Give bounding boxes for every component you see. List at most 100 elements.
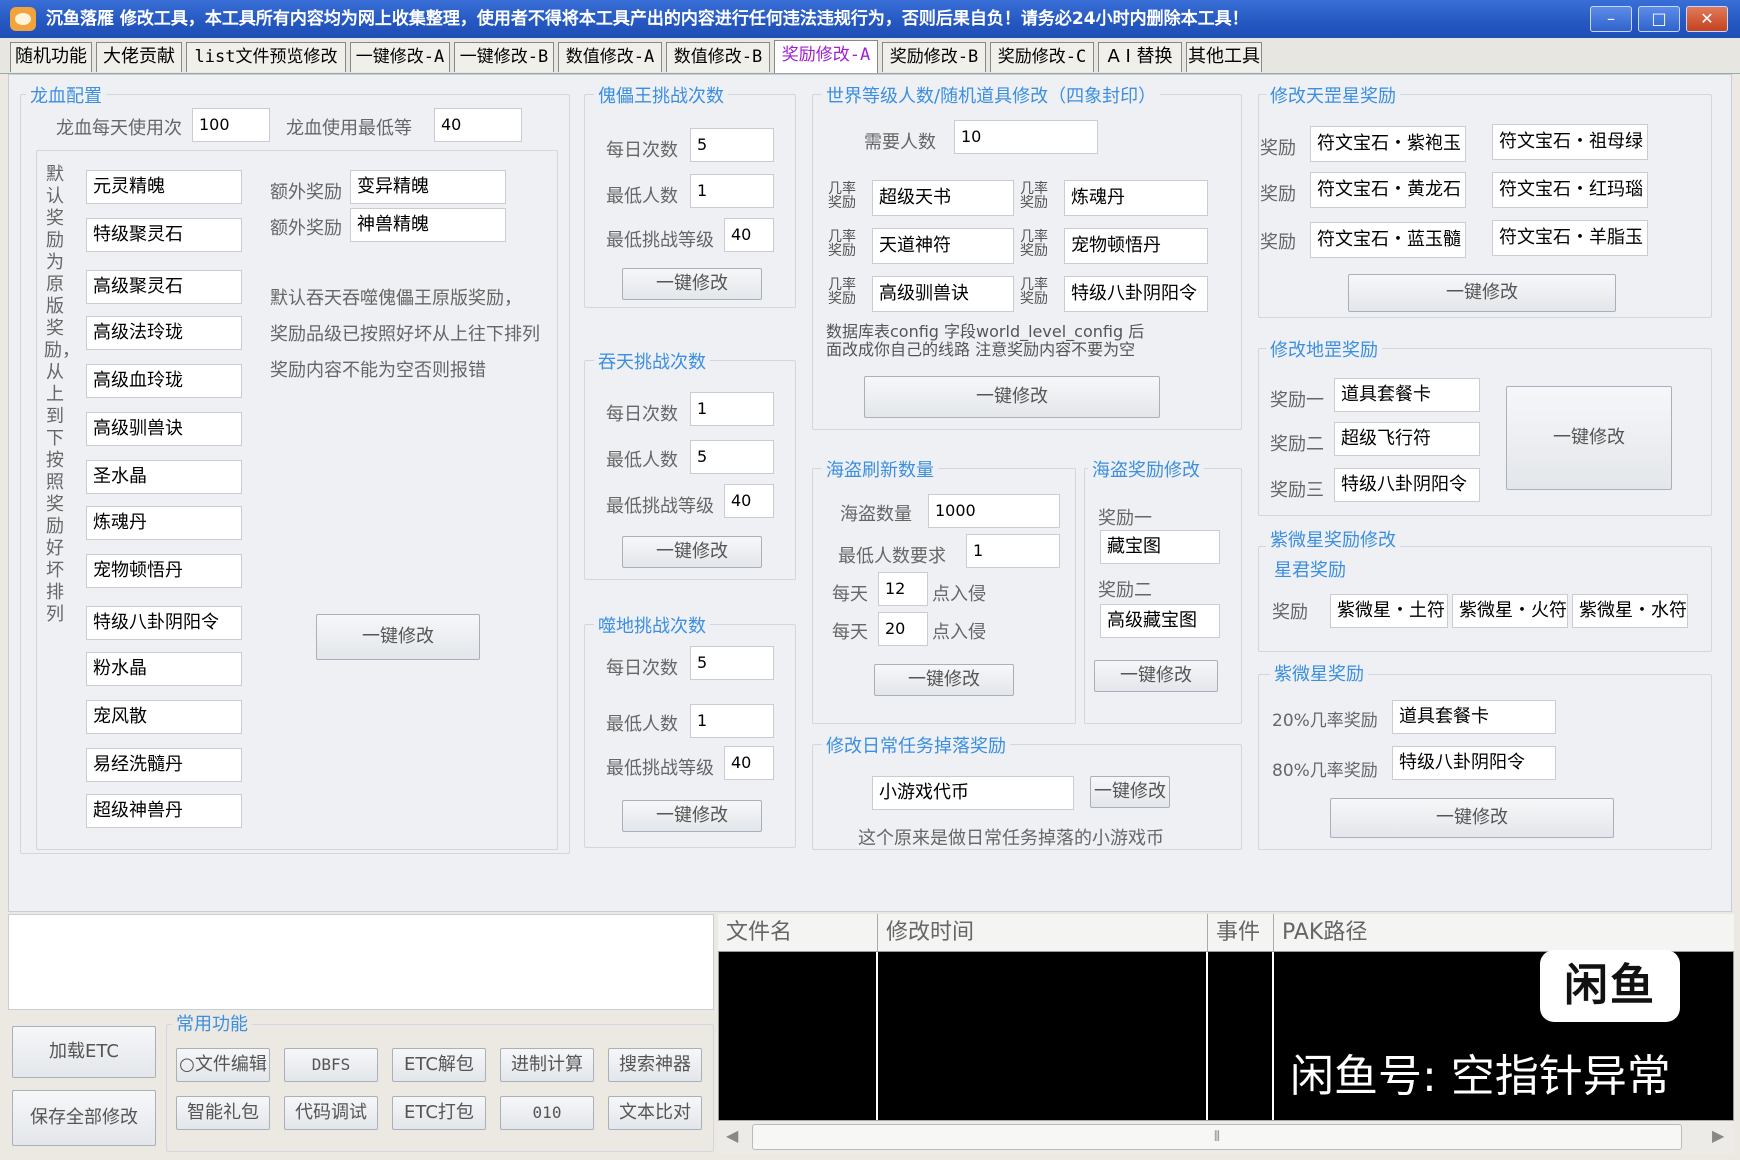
base-calc-button[interactable]: 进制计算 bbox=[500, 1048, 594, 1082]
dragon-item-2[interactable]: 特级聚灵石 bbox=[86, 218, 242, 252]
dragon-item-1[interactable]: 元灵精魄 bbox=[86, 170, 242, 204]
dragon-item-10[interactable]: 特级八卦阴阳令 bbox=[86, 606, 242, 640]
tuntian-min-level-input[interactable]: 40 bbox=[724, 484, 774, 518]
load-etc-button[interactable]: 加载ETC bbox=[12, 1026, 156, 1078]
dragon-item-8[interactable]: 炼魂丹 bbox=[86, 506, 242, 540]
col-event[interactable]: 事件 bbox=[1208, 914, 1274, 952]
puppet-daily-input[interactable]: 5 bbox=[690, 128, 774, 162]
ziwei-item-3[interactable]: 紫微星・水符 bbox=[1572, 594, 1688, 628]
maximize-button[interactable]: □ bbox=[1638, 6, 1680, 32]
tab-value-b[interactable]: 数值修改-B bbox=[666, 42, 770, 72]
world-apply-button[interactable]: 一键修改 bbox=[864, 376, 1160, 418]
extra2-input[interactable]: 神兽精魄 bbox=[350, 208, 506, 242]
dragon-min-input[interactable]: 40 bbox=[434, 108, 522, 142]
ziwei-p80-input[interactable]: 特级八卦阴阳令 bbox=[1392, 746, 1556, 780]
pirate-r2-input[interactable]: 高级藏宝图 bbox=[1100, 604, 1220, 638]
hex-010-button[interactable]: 010 bbox=[500, 1096, 594, 1130]
tiangang-item-2[interactable]: 符文宝石・祖母绿 bbox=[1492, 124, 1648, 160]
pirate-time1-input[interactable]: 12 bbox=[878, 572, 928, 606]
extra1-input[interactable]: 变异精魄 bbox=[350, 170, 506, 204]
disha-input-3[interactable]: 特级八卦阴阳令 bbox=[1334, 468, 1480, 502]
tiangang-item-1[interactable]: 符文宝石・紫袍玉 bbox=[1310, 126, 1466, 162]
world-people-input[interactable]: 10 bbox=[954, 120, 1098, 154]
world-item-1[interactable]: 超级天书 bbox=[872, 180, 1014, 216]
col-modified-time[interactable]: 修改时间 bbox=[878, 914, 1208, 952]
pirate-time2-input[interactable]: 20 bbox=[878, 612, 928, 646]
daily-apply-button[interactable]: 一键修改 bbox=[1090, 776, 1170, 808]
dragon-item-5[interactable]: 高级血玲珑 bbox=[86, 364, 242, 398]
col-filename[interactable]: 文件名 bbox=[718, 914, 878, 952]
shidi-daily-input[interactable]: 5 bbox=[690, 646, 774, 680]
tab-value-a[interactable]: 数值修改-A bbox=[558, 42, 662, 72]
tiangang-apply-button[interactable]: 一键修改 bbox=[1348, 274, 1616, 312]
tuntian-apply-button[interactable]: 一键修改 bbox=[622, 536, 762, 568]
puppet-apply-button[interactable]: 一键修改 bbox=[622, 268, 762, 300]
etc-pack-button[interactable]: ETC打包 bbox=[392, 1096, 486, 1130]
tab-contrib[interactable]: 大佬贡献 bbox=[96, 42, 182, 72]
text-compare-button[interactable]: 文本比对 bbox=[608, 1096, 702, 1130]
tiangang-item-6[interactable]: 符文宝石・羊脂玉 bbox=[1492, 220, 1648, 256]
pirate-r1-input[interactable]: 藏宝图 bbox=[1100, 530, 1220, 564]
tab-ai-replace[interactable]: A I 替换 bbox=[1098, 42, 1182, 72]
dragon-item-9[interactable]: 宠物顿悟丹 bbox=[86, 554, 242, 588]
save-all-button[interactable]: 保存全部修改 bbox=[12, 1090, 156, 1146]
scroll-left-icon[interactable]: ◀ bbox=[726, 1126, 738, 1145]
tiangang-item-5[interactable]: 符文宝石・蓝玉髓 bbox=[1310, 222, 1466, 258]
disha-input-2[interactable]: 超级飞行符 bbox=[1334, 422, 1480, 456]
tab-reward-c[interactable]: 奖励修改-C bbox=[990, 42, 1094, 72]
pirate-reward-apply-button[interactable]: 一键修改 bbox=[1094, 660, 1218, 692]
dragon-apply-button[interactable]: 一键修改 bbox=[316, 614, 480, 660]
shidi-apply-button[interactable]: 一键修改 bbox=[622, 800, 762, 832]
minimize-button[interactable]: – bbox=[1590, 6, 1632, 32]
tab-reward-b[interactable]: 奖励修改-B bbox=[882, 42, 986, 72]
etc-unpack-button[interactable]: ETC解包 bbox=[392, 1048, 486, 1082]
tab-other-tools[interactable]: 其他工具 bbox=[1186, 42, 1262, 72]
tiangang-item-3[interactable]: 符文宝石・黄龙石 bbox=[1310, 172, 1466, 208]
world-item-5[interactable]: 高级驯兽诀 bbox=[872, 276, 1014, 312]
world-item-6[interactable]: 特级八卦阴阳令 bbox=[1064, 276, 1208, 312]
scroll-right-icon[interactable]: ▶ bbox=[1712, 1126, 1724, 1145]
tuntian-min-people-input[interactable]: 5 bbox=[690, 440, 774, 474]
tab-reward-a[interactable]: 奖励修改-A bbox=[774, 40, 878, 73]
daily-input[interactable]: 小游戏代币 bbox=[872, 776, 1074, 810]
dragon-daily-input[interactable]: 100 bbox=[192, 108, 270, 142]
dragon-item-7[interactable]: 圣水晶 bbox=[86, 460, 242, 494]
col-pak-path[interactable]: PAK路径 bbox=[1274, 914, 1734, 952]
tab-onekey-a[interactable]: 一键修改-A bbox=[350, 42, 450, 72]
code-debug-button[interactable]: 代码调试 bbox=[284, 1096, 378, 1130]
search-tool-button[interactable]: 搜索神器 bbox=[608, 1048, 702, 1082]
shidi-min-people-input[interactable]: 1 bbox=[690, 704, 774, 738]
pirate-refresh-apply-button[interactable]: 一键修改 bbox=[874, 664, 1014, 696]
tab-random[interactable]: 随机功能 bbox=[10, 42, 92, 72]
pirate-min-input[interactable]: 1 bbox=[966, 534, 1060, 568]
disha-apply-button[interactable]: 一键修改 bbox=[1506, 386, 1672, 490]
tiangang-item-4[interactable]: 符文宝石・红玛瑙 bbox=[1492, 172, 1648, 208]
ziwei-p20-input[interactable]: 道具套餐卡 bbox=[1392, 700, 1556, 734]
world-item-2[interactable]: 炼魂丹 bbox=[1064, 180, 1208, 216]
dragon-item-11[interactable]: 粉水晶 bbox=[86, 652, 242, 686]
dbfs-button[interactable]: DBFS bbox=[284, 1048, 378, 1082]
puppet-min-people-input[interactable]: 1 bbox=[690, 174, 774, 208]
scroll-thumb[interactable]: ⦀ bbox=[752, 1124, 1682, 1150]
disha-input-1[interactable]: 道具套餐卡 bbox=[1334, 378, 1480, 412]
tuntian-daily-input[interactable]: 1 bbox=[690, 392, 774, 426]
dragon-item-14[interactable]: 超级神兽丹 bbox=[86, 794, 242, 828]
dragon-item-3[interactable]: 高级聚灵石 bbox=[86, 270, 242, 304]
ziwei-reward-apply-button[interactable]: 一键修改 bbox=[1330, 798, 1614, 838]
dragon-item-4[interactable]: 高级法玲珑 bbox=[86, 316, 242, 350]
dragon-item-13[interactable]: 易经洗髓丹 bbox=[86, 748, 242, 782]
ziwei-item-2[interactable]: 紫微星・火符 bbox=[1452, 594, 1568, 628]
dragon-item-6[interactable]: 高级驯兽诀 bbox=[86, 412, 242, 446]
ziwei-item-1[interactable]: 紫微星・土符 bbox=[1330, 594, 1448, 628]
shidi-min-level-input[interactable]: 40 bbox=[724, 746, 774, 780]
smart-gift-button[interactable]: 智能礼包 bbox=[176, 1096, 270, 1130]
puppet-min-level-input[interactable]: 40 bbox=[724, 218, 774, 252]
tab-list-preview[interactable]: list文件预览修改 bbox=[186, 42, 346, 72]
tab-onekey-b[interactable]: 一键修改-B bbox=[454, 42, 554, 72]
dragon-item-12[interactable]: 宠风散 bbox=[86, 700, 242, 734]
pirate-count-input[interactable]: 1000 bbox=[928, 494, 1060, 528]
world-item-4[interactable]: 宠物顿悟丹 bbox=[1064, 228, 1208, 264]
close-button[interactable]: ✕ bbox=[1686, 6, 1728, 32]
world-item-3[interactable]: 天道神符 bbox=[872, 228, 1014, 264]
file-edit-button[interactable]: ○文件编辑 bbox=[176, 1048, 270, 1082]
